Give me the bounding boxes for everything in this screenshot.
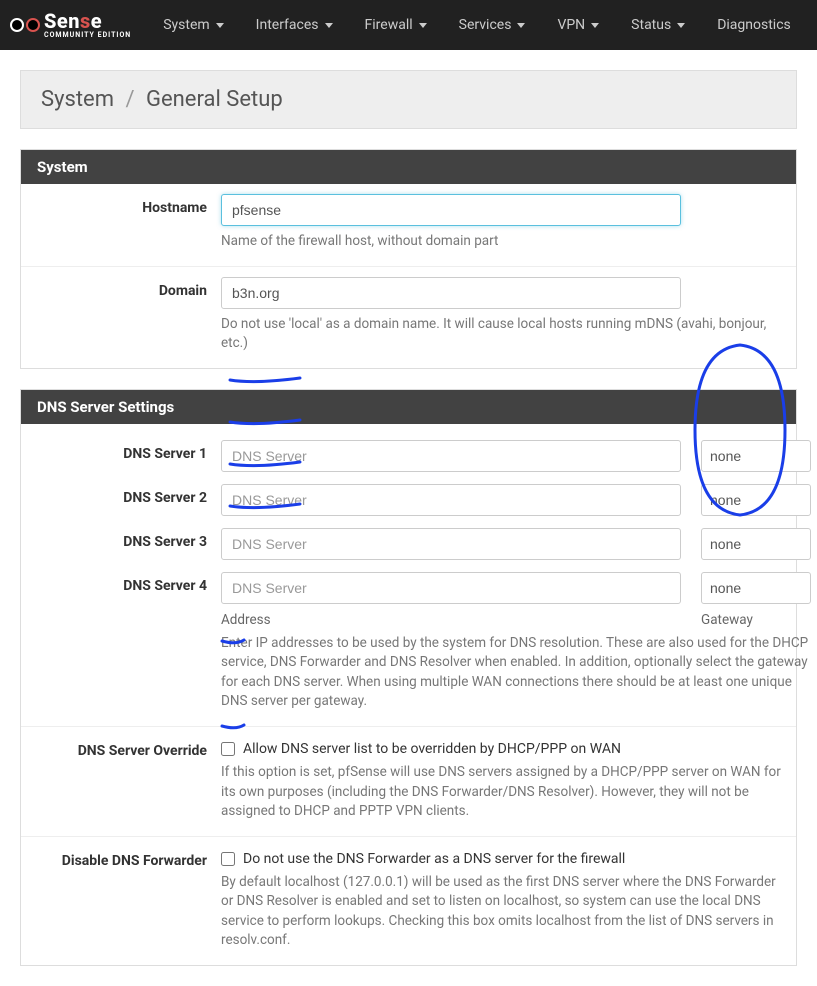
label-dns4: DNS Server 4 <box>21 572 221 594</box>
dns-override-checkbox[interactable] <box>221 742 235 756</box>
breadcrumb: System / General Setup <box>41 87 776 112</box>
breadcrumb-current: General Setup <box>146 87 283 112</box>
panel-heading-system: System <box>21 150 796 184</box>
help-domain: Do not use 'local' as a domain name. It … <box>221 315 786 354</box>
row-dns-override: DNS Server Override Allow DNS server lis… <box>21 727 796 837</box>
logo-icon <box>10 18 40 32</box>
dns4-gateway-select[interactable] <box>701 572 811 604</box>
nav-interfaces[interactable]: Interfaces <box>244 3 345 47</box>
logo[interactable]: Sense COMMUNITY EDITION <box>10 11 131 39</box>
caret-down-icon <box>325 23 333 28</box>
row-domain: Domain Do not use 'local' as a domain na… <box>21 267 796 368</box>
label-domain: Domain <box>21 277 221 354</box>
help-hostname: Name of the firewall host, without domai… <box>221 232 786 252</box>
domain-input[interactable] <box>221 277 681 309</box>
hostname-input[interactable] <box>221 194 681 226</box>
row-dns-servers: DNS Server 1 DNS Server 2 DNS Server 3 D… <box>21 424 796 727</box>
dns3-input[interactable] <box>221 528 681 560</box>
caret-down-icon <box>216 23 224 28</box>
help-dns-override: If this option is set, pfSense will use … <box>221 763 786 822</box>
caret-down-icon <box>591 23 599 28</box>
nav-diagnostics[interactable]: Diagnostics <box>705 3 803 47</box>
logo-subtitle: COMMUNITY EDITION <box>44 32 131 39</box>
nav-firewall[interactable]: Firewall <box>353 3 439 47</box>
sublabel-address: Address <box>221 612 701 628</box>
help-disable-dns: By default localhost (127.0.0.1) will be… <box>221 873 786 951</box>
dns1-input[interactable] <box>221 440 681 472</box>
row-hostname: Hostname Name of the firewall host, with… <box>21 184 796 267</box>
caret-down-icon <box>677 23 685 28</box>
label-dns3: DNS Server 3 <box>21 528 221 550</box>
panel-heading-dns: DNS Server Settings <box>21 390 796 424</box>
breadcrumb-root[interactable]: System <box>41 87 114 112</box>
sublabel-gateway: Gateway <box>701 612 753 628</box>
disable-dns-checkbox[interactable] <box>221 852 235 866</box>
top-navbar: Sense COMMUNITY EDITION System Interface… <box>0 0 817 50</box>
dns3-gateway-select[interactable] <box>701 528 811 560</box>
disable-dns-checkbox-label: Do not use the DNS Forwarder as a DNS se… <box>243 851 625 867</box>
dns4-input[interactable] <box>221 572 681 604</box>
label-dns-override: DNS Server Override <box>21 737 221 822</box>
logo-text: Sense <box>44 11 131 31</box>
nav-vpn[interactable]: VPN <box>545 3 611 47</box>
label-disable-dns: Disable DNS Forwarder <box>21 847 221 951</box>
nav-status[interactable]: Status <box>619 3 697 47</box>
label-hostname: Hostname <box>21 194 221 252</box>
row-disable-dns-forwarder: Disable DNS Forwarder Do not use the DNS… <box>21 837 796 965</box>
dns2-gateway-select[interactable] <box>701 484 811 516</box>
label-dns2: DNS Server 2 <box>21 484 221 506</box>
caret-down-icon <box>517 23 525 28</box>
label-dns1: DNS Server 1 <box>21 440 221 462</box>
nav-items: System Interfaces Firewall Services VPN … <box>151 3 803 47</box>
breadcrumb-bar: System / General Setup <box>20 70 797 129</box>
dns2-input[interactable] <box>221 484 681 516</box>
panel-dns: DNS Server Settings DNS Server 1 DNS Ser… <box>20 389 797 966</box>
panel-system: System Hostname Name of the firewall hos… <box>20 149 797 369</box>
nav-system[interactable]: System <box>151 3 235 47</box>
breadcrumb-separator: / <box>125 87 134 112</box>
dns1-gateway-select[interactable] <box>701 440 811 472</box>
help-dns: Enter IP addresses to be used by the sys… <box>221 634 811 712</box>
caret-down-icon <box>419 23 427 28</box>
nav-services[interactable]: Services <box>447 3 538 47</box>
dns-override-checkbox-label: Allow DNS server list to be overridden b… <box>243 741 621 757</box>
